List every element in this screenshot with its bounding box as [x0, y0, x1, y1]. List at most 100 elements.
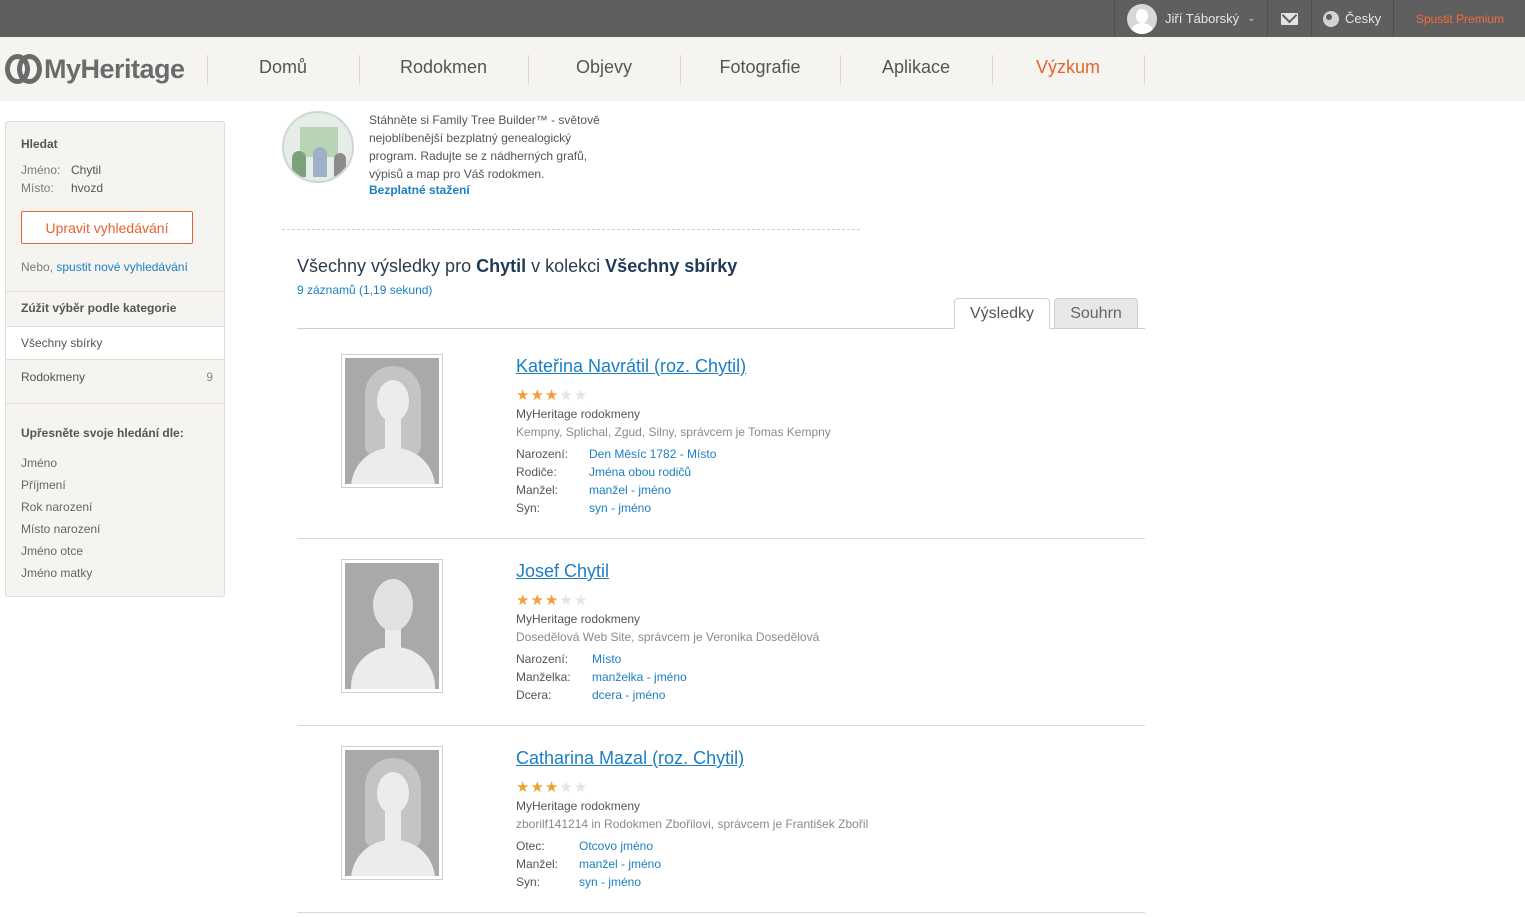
premium-link[interactable]: Spustit Premium	[1393, 0, 1525, 37]
star-empty-icon: ★	[559, 387, 574, 404]
name-label: Jméno:	[21, 163, 61, 177]
top-bar: Jiří Táborský ⌄ Česky Spustit Premium	[0, 0, 1525, 37]
star-icon: ★	[530, 779, 545, 796]
category-family-trees[interactable]: Rodokmeny 9	[21, 370, 213, 384]
result-field-husband: Manžel: manžel - jméno	[516, 483, 671, 497]
nav-item-discoveries[interactable]: Objevy	[528, 57, 680, 78]
results-title-prefix: Všechny výsledky pro	[297, 256, 472, 276]
refine-last-name[interactable]: Příjmení	[21, 478, 66, 492]
new-search-link[interactable]: spustit nové vyhledávání	[56, 260, 187, 274]
refine-mother-name[interactable]: Jméno matky	[21, 566, 92, 580]
results-title: Všechny výsledky pro Chytil v kolekci Vš…	[297, 256, 737, 277]
nav-divider	[1144, 55, 1145, 85]
field-label: Narození:	[516, 652, 569, 666]
rating-stars: ★★★★★	[516, 386, 588, 404]
inbox-button[interactable]	[1267, 0, 1311, 37]
nav-item-apps[interactable]: Aplikace	[840, 57, 992, 78]
user-menu[interactable]: Jiří Táborský ⌄	[1114, 0, 1267, 37]
myheritage-logo[interactable]: MyHeritage	[5, 53, 185, 85]
tab-results[interactable]: Výsledky	[954, 298, 1050, 329]
star-empty-icon: ★	[559, 592, 574, 609]
field-value[interactable]: Otcovo jméno	[579, 839, 653, 853]
refine-birth-place[interactable]: Místo narození	[21, 522, 100, 536]
category-title: Zúžit výběr podle kategorie	[21, 301, 177, 315]
result-name-link[interactable]: Josef Chytil	[516, 561, 609, 582]
field-value[interactable]: manžel - jméno	[589, 483, 671, 497]
nav-item-home[interactable]: Domů	[207, 57, 359, 78]
field-label: Syn:	[516, 501, 541, 515]
refine-first-name[interactable]: Jméno	[21, 456, 57, 470]
name-value: Chytil	[71, 163, 102, 177]
field-value[interactable]: Den Měsíc 1782 - Místo	[589, 447, 716, 461]
field-label: Rodiče:	[516, 465, 557, 479]
search-title: Hledat	[21, 137, 58, 151]
refine-title: Upřesněte svoje hledání dle:	[21, 426, 184, 440]
edit-search-button[interactable]: Upravit vyhledávání	[21, 211, 193, 244]
field-value[interactable]: manžel - jméno	[579, 857, 661, 871]
result-photo-female[interactable]	[341, 354, 443, 488]
star-empty-icon: ★	[573, 779, 589, 796]
field-value[interactable]: syn - jméno	[579, 875, 641, 889]
search-sidebar: Hledat Jméno: Chytil Místo: hvozd Upravi…	[5, 121, 225, 597]
nav-item-family-tree[interactable]: Rodokmen	[359, 57, 528, 78]
result-name-link[interactable]: Catharina Mazal (roz. Chytil)	[516, 748, 744, 769]
result-photo-female[interactable]	[341, 746, 443, 880]
promo-text: Stáhněte si Family Tree Builder™ - světo…	[369, 113, 600, 181]
field-value[interactable]: Jména obou rodičů	[589, 465, 691, 479]
star-icon: ★	[516, 779, 531, 796]
divider	[6, 291, 224, 292]
result-divider	[297, 538, 1145, 539]
category-all-collections[interactable]: Všechny sbírky	[6, 326, 224, 360]
female-silhouette-icon	[345, 358, 439, 484]
field-label: Dcera:	[516, 688, 552, 702]
search-place-row: Místo: hvozd	[21, 181, 103, 195]
place-label: Místo:	[21, 181, 54, 195]
result-field-birth: Narození: Místo	[516, 652, 621, 666]
or-text: Nebo,	[21, 260, 54, 274]
field-value[interactable]: Místo	[592, 652, 621, 666]
result-field-wife: Manželka: manželka - jméno	[516, 670, 687, 684]
star-icon: ★	[544, 592, 560, 609]
refine-birth-year[interactable]: Rok narození	[21, 500, 92, 514]
results-query: Chytil	[476, 256, 527, 276]
results-title-mid: v kolekci	[531, 256, 601, 276]
new-search-row: Nebo, spustit nové vyhledávání	[21, 260, 188, 274]
results-collection: Všechny sbírky	[605, 256, 738, 276]
star-empty-icon: ★	[573, 387, 589, 404]
tab-summary[interactable]: Souhrn	[1054, 298, 1138, 329]
female-silhouette-icon	[345, 750, 439, 876]
logo-mark-icon	[5, 54, 42, 84]
language-selector[interactable]: Česky	[1311, 0, 1393, 37]
star-icon: ★	[516, 592, 531, 609]
result-field-father: Otec: Otcovo jméno	[516, 839, 653, 853]
divider	[6, 403, 224, 404]
result-photo-male[interactable]	[341, 559, 443, 693]
result-name-link[interactable]: Kateřina Navrátil (roz. Chytil)	[516, 356, 746, 377]
result-subtitle: Kempny, Splichal, Zgud, Silny, správcem …	[516, 425, 831, 439]
user-name: Jiří Táborský	[1165, 11, 1240, 26]
rating-stars: ★★★★★	[516, 778, 588, 796]
free-download-link[interactable]: Bezplatné stažení	[369, 183, 470, 197]
field-label: Manžel:	[516, 483, 559, 497]
result-field-parents: Rodiče: Jména obou rodičů	[516, 465, 691, 479]
family-tree-builder-image[interactable]	[282, 111, 354, 183]
nav-item-research[interactable]: Výzkum	[992, 57, 1144, 78]
refine-father-name[interactable]: Jméno otce	[21, 544, 83, 558]
field-value[interactable]: syn - jméno	[589, 501, 651, 515]
field-label: Syn:	[516, 875, 541, 889]
field-value[interactable]: dcera - jméno	[592, 688, 665, 702]
chevron-down-icon: ⌄	[1247, 13, 1256, 24]
user-avatar	[1127, 3, 1157, 34]
result-divider	[297, 725, 1145, 726]
nav-item-photos[interactable]: Fotografie	[680, 57, 840, 78]
star-icon: ★	[530, 387, 545, 404]
category-count: 9	[206, 370, 213, 384]
male-silhouette-icon	[345, 563, 439, 689]
results-count: 9 záznamů (1,19 sekund)	[297, 283, 433, 297]
result-field-daughter: Dcera: dcera - jméno	[516, 688, 665, 702]
star-empty-icon: ★	[573, 592, 589, 609]
main-nav: MyHeritage Domů Rodokmen Objevy Fotograf…	[0, 37, 1525, 101]
logo-text: MyHeritage	[44, 53, 185, 84]
field-value[interactable]: manželka - jméno	[592, 670, 687, 684]
envelope-icon	[1281, 12, 1298, 25]
